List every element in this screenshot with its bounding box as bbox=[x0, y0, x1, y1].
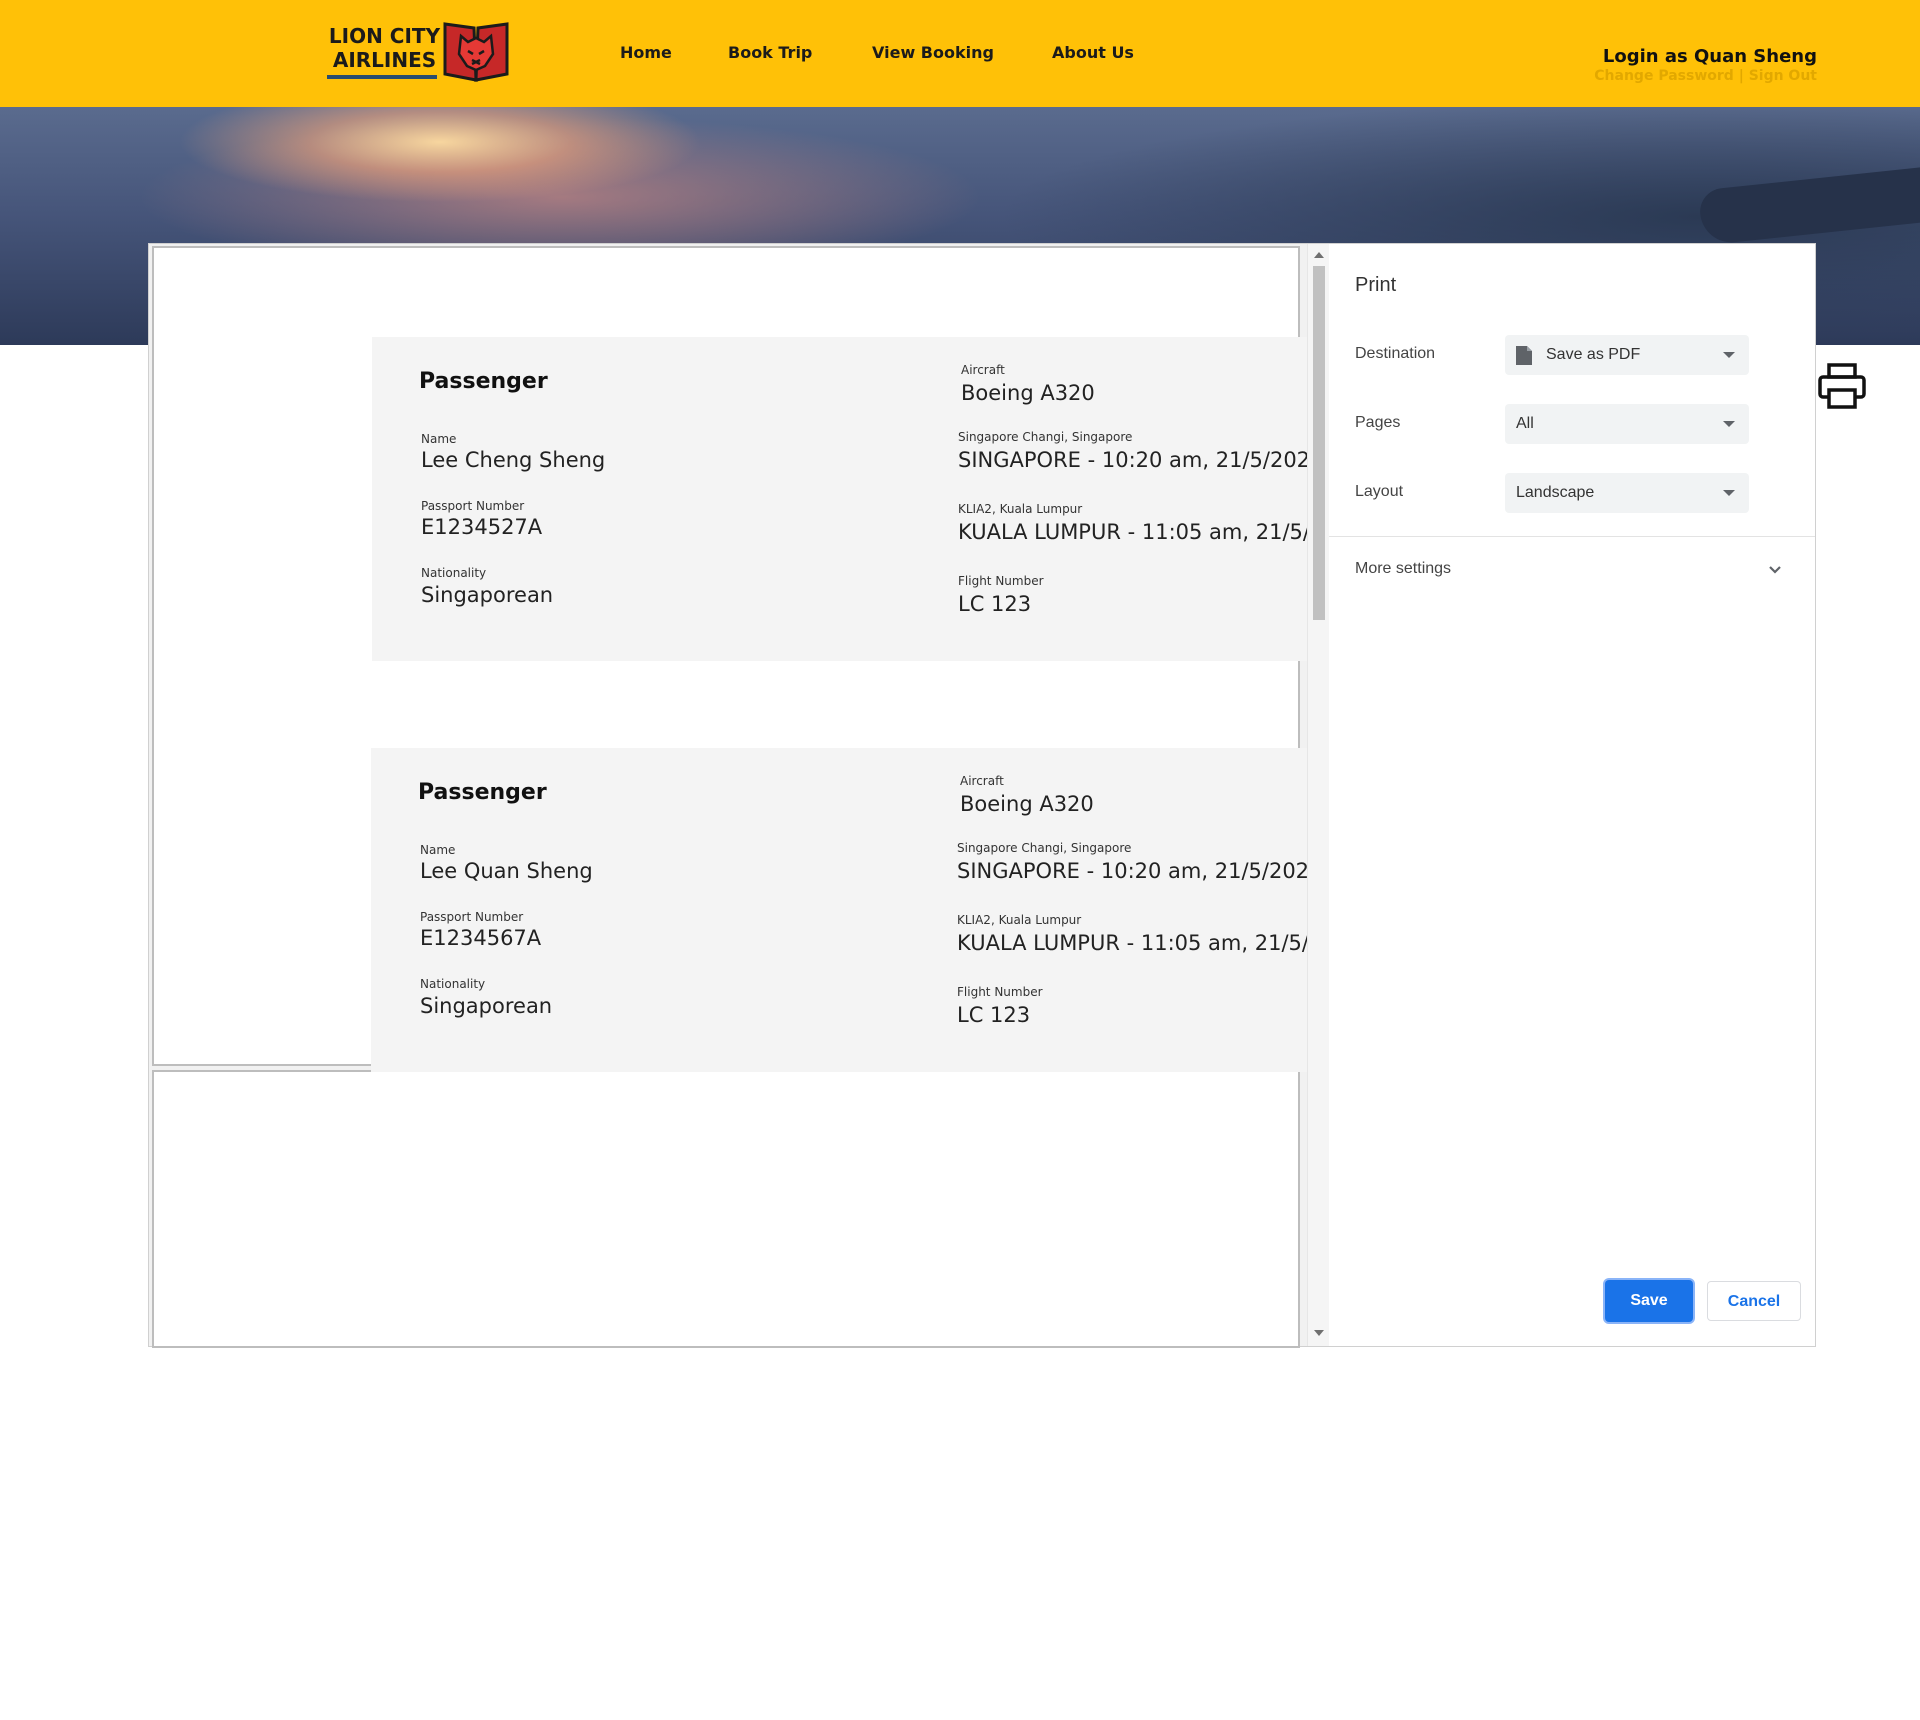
top-navigation-bar: LION CITY AIRLINES Home Book Trip View B… bbox=[0, 0, 1920, 107]
layout-select[interactable]: Landscape bbox=[1505, 473, 1749, 513]
caret-down-icon bbox=[1723, 352, 1735, 358]
nationality-value: Singaporean bbox=[421, 583, 554, 607]
destination-label: Destination bbox=[1355, 345, 1436, 362]
name-label: Name bbox=[420, 843, 456, 857]
link-separator: | bbox=[1738, 68, 1744, 84]
logo-underline bbox=[327, 75, 437, 79]
flight-number: LC 123 bbox=[957, 1003, 1031, 1027]
nav-about-us[interactable]: About Us bbox=[1052, 43, 1134, 62]
nationality-label: Nationality bbox=[420, 977, 486, 991]
passenger-heading: Passenger bbox=[419, 369, 548, 394]
destination-arrival: KUALA LUMPUR - 11:05 am, 21/5/2020 bbox=[957, 931, 1363, 955]
layout-label: Layout bbox=[1355, 483, 1404, 500]
aircraft-label: Aircraft bbox=[960, 774, 1004, 788]
flight-number: LC 123 bbox=[958, 592, 1032, 616]
airline-logo[interactable]: LION CITY AIRLINES bbox=[327, 18, 509, 84]
print-dialog: Passenger Name Lee Cheng Sheng Passport … bbox=[149, 244, 1815, 1346]
passenger-card-2: Passenger Name Lee Quan Sheng Passport N… bbox=[371, 748, 1367, 1072]
scroll-down-arrow[interactable] bbox=[1314, 1330, 1324, 1336]
print-title: Print bbox=[1355, 274, 1397, 296]
flight-number-label: Flight Number bbox=[958, 574, 1044, 588]
nationality-label: Nationality bbox=[421, 566, 487, 580]
sign-out-link[interactable]: Sign Out bbox=[1749, 68, 1817, 84]
nav-view-booking[interactable]: View Booking bbox=[872, 43, 994, 62]
aircraft-value: Boeing A320 bbox=[961, 381, 1095, 405]
chevron-down-icon[interactable] bbox=[1765, 560, 1785, 580]
save-button[interactable]: Save bbox=[1605, 1280, 1693, 1322]
print-preview-area: Passenger Name Lee Cheng Sheng Passport … bbox=[149, 244, 1368, 1346]
preview-scrollbar[interactable] bbox=[1307, 244, 1329, 1346]
lion-book-icon bbox=[443, 22, 509, 82]
nav-book-trip[interactable]: Book Trip bbox=[728, 43, 812, 62]
passport-number: E1234527A bbox=[421, 515, 543, 539]
pages-label: Pages bbox=[1355, 414, 1401, 431]
settings-divider bbox=[1329, 536, 1815, 537]
origin-departure: SINGAPORE - 10:20 am, 21/5/2020 bbox=[957, 859, 1323, 883]
caret-down-icon bbox=[1723, 421, 1735, 427]
printer-icon[interactable] bbox=[1817, 362, 1867, 410]
airplane-wing bbox=[1697, 163, 1920, 246]
name-label: Name bbox=[421, 432, 457, 446]
origin-airport-label: Singapore Changi, Singapore bbox=[957, 841, 1132, 855]
pages-value: All bbox=[1516, 415, 1534, 432]
passport-label: Passport Number bbox=[420, 910, 524, 924]
destination-arrival: KUALA LUMPUR - 11:05 am, 21/5/2020 bbox=[958, 520, 1364, 544]
account-links: Change Password | Sign Out bbox=[1594, 68, 1817, 84]
layout-value: Landscape bbox=[1516, 484, 1595, 501]
passenger-heading: Passenger bbox=[418, 780, 547, 805]
scroll-up-arrow[interactable] bbox=[1314, 252, 1324, 258]
logo-text: LION CITY AIRLINES bbox=[328, 24, 441, 72]
nationality-value: Singaporean bbox=[420, 994, 553, 1018]
destination-airport-label: KLIA2, Kuala Lumpur bbox=[957, 913, 1082, 927]
destination-airport-label: KLIA2, Kuala Lumpur bbox=[958, 502, 1083, 516]
pages-select[interactable]: All bbox=[1505, 404, 1749, 444]
origin-departure: SINGAPORE - 10:20 am, 21/5/2020 bbox=[958, 448, 1324, 472]
passport-label: Passport Number bbox=[421, 499, 525, 513]
flight-number-label: Flight Number bbox=[957, 985, 1043, 999]
login-area: Login as Quan Sheng Change Password | Si… bbox=[1594, 46, 1817, 84]
destination-value: Save as PDF bbox=[1546, 346, 1641, 363]
destination-select[interactable]: Save as PDF bbox=[1505, 335, 1749, 375]
nav-home[interactable]: Home bbox=[620, 43, 672, 62]
passenger-name: Lee Quan Sheng bbox=[420, 859, 593, 883]
more-settings-toggle[interactable]: More settings bbox=[1355, 560, 1451, 578]
cancel-button[interactable]: Cancel bbox=[1707, 1281, 1801, 1321]
document-icon bbox=[1516, 346, 1532, 365]
print-settings-panel: Print Destination Save as PDF Pages All … bbox=[1329, 244, 1815, 1346]
login-greeting: Login as Quan Sheng bbox=[1602, 46, 1817, 67]
preview-page-2 bbox=[154, 1072, 1298, 1346]
passport-number: E1234567A bbox=[420, 926, 542, 950]
aircraft-label: Aircraft bbox=[961, 363, 1005, 377]
aircraft-value: Boeing A320 bbox=[960, 792, 1094, 816]
passenger-name: Lee Cheng Sheng bbox=[421, 448, 606, 472]
caret-down-icon bbox=[1723, 490, 1735, 496]
origin-airport-label: Singapore Changi, Singapore bbox=[958, 430, 1133, 444]
scroll-thumb[interactable] bbox=[1313, 266, 1325, 620]
change-password-link[interactable]: Change Password bbox=[1594, 68, 1734, 84]
passenger-card-1: Passenger Name Lee Cheng Sheng Passport … bbox=[372, 337, 1368, 661]
